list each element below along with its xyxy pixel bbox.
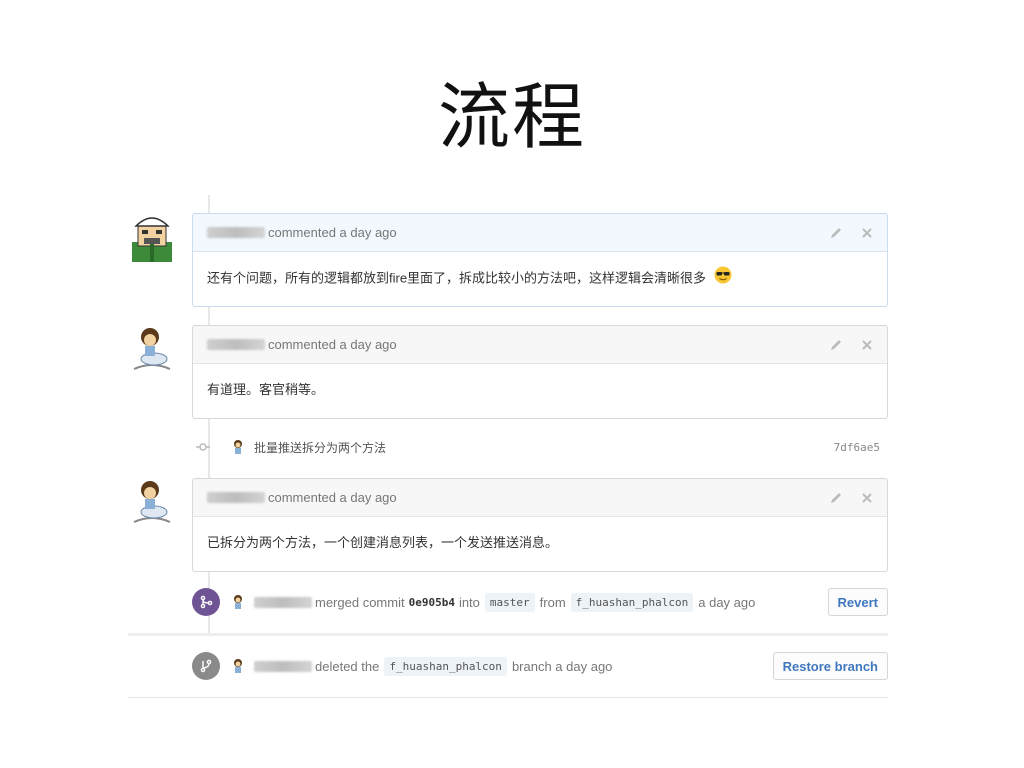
merger-avatar[interactable]	[230, 594, 246, 610]
merge-commit-sha[interactable]: 0e905b4	[409, 596, 455, 609]
commit-row: 批量推送拆分为两个方法 7df6ae5	[196, 436, 886, 458]
avatar-author[interactable]	[130, 325, 174, 373]
merger-name-blurred[interactable]	[254, 596, 312, 608]
merge-event: merged commit 0e905b4 into master from f…	[192, 586, 888, 618]
comment-header: commented a day ago	[193, 214, 887, 252]
merge-icon	[192, 588, 220, 616]
comment-meta: commented a day ago	[268, 490, 397, 505]
author-name-blurred[interactable]	[207, 339, 265, 350]
commit-author-avatar[interactable]	[230, 439, 246, 455]
pencil-icon[interactable]	[829, 226, 843, 240]
comment-body: 有道理。客官稍等。	[207, 382, 325, 397]
delete-verb: deleted the	[315, 658, 380, 674]
author-name-blurred[interactable]	[207, 227, 265, 238]
comment-1: commented a day ago 还有个问题，所有的逻辑都放到fire里面…	[192, 213, 888, 307]
comment-header: commented a day ago	[193, 326, 887, 364]
comment-body: 还有个问题，所有的逻辑都放到fire里面了，拆成比较小的方法吧，这样逻辑会清晰很…	[193, 252, 887, 306]
comment-header: commented a day ago	[193, 479, 887, 517]
comment-2: commented a day ago 有道理。客官稍等。	[192, 325, 888, 419]
close-icon[interactable]	[861, 339, 873, 351]
source-branch[interactable]: f_huashan_phalcon	[570, 592, 694, 612]
divider	[128, 697, 888, 698]
commit-message[interactable]: 批量推送拆分为两个方法	[254, 439, 386, 456]
sunglasses-emoji	[714, 266, 732, 292]
delete-suffix: branch a day ago	[511, 658, 613, 674]
slide-title: 流程	[437, 75, 586, 159]
merge-time: a day ago	[698, 594, 756, 610]
merge-into: into	[458, 594, 480, 610]
deleter-avatar[interactable]	[230, 658, 246, 674]
branch-icon	[192, 652, 220, 680]
revert-button[interactable]: Revert	[827, 588, 888, 616]
delete-branch-event: deleted the f_huashan_phalcon branch a d…	[192, 650, 888, 682]
merge-from: from	[539, 594, 566, 610]
deleted-branch[interactable]: f_huashan_phalcon	[384, 656, 507, 676]
comment-body: 已拆分为两个方法，一个创建消息列表，一个发送推送消息。	[207, 535, 559, 550]
author-name-blurred[interactable]	[207, 492, 265, 503]
comment-meta: commented a day ago	[268, 225, 397, 240]
pencil-icon[interactable]	[829, 491, 843, 505]
divider	[128, 633, 888, 636]
close-icon[interactable]	[861, 227, 873, 239]
restore-branch-button[interactable]: Restore branch	[772, 652, 888, 680]
avatar-reviewer[interactable]	[130, 212, 174, 262]
commit-sha[interactable]: 7df6ae5	[834, 441, 886, 454]
commit-icon	[196, 440, 210, 454]
pencil-icon[interactable]	[829, 338, 843, 352]
target-branch[interactable]: master	[484, 592, 535, 612]
avatar-author[interactable]	[130, 478, 174, 526]
merge-verb: merged commit	[315, 594, 405, 610]
deleter-name-blurred[interactable]	[254, 660, 312, 672]
comment-3: commented a day ago 已拆分为两个方法，一个创建消息列表，一个…	[192, 478, 888, 572]
comment-meta: commented a day ago	[268, 337, 397, 352]
close-icon[interactable]	[861, 492, 873, 504]
